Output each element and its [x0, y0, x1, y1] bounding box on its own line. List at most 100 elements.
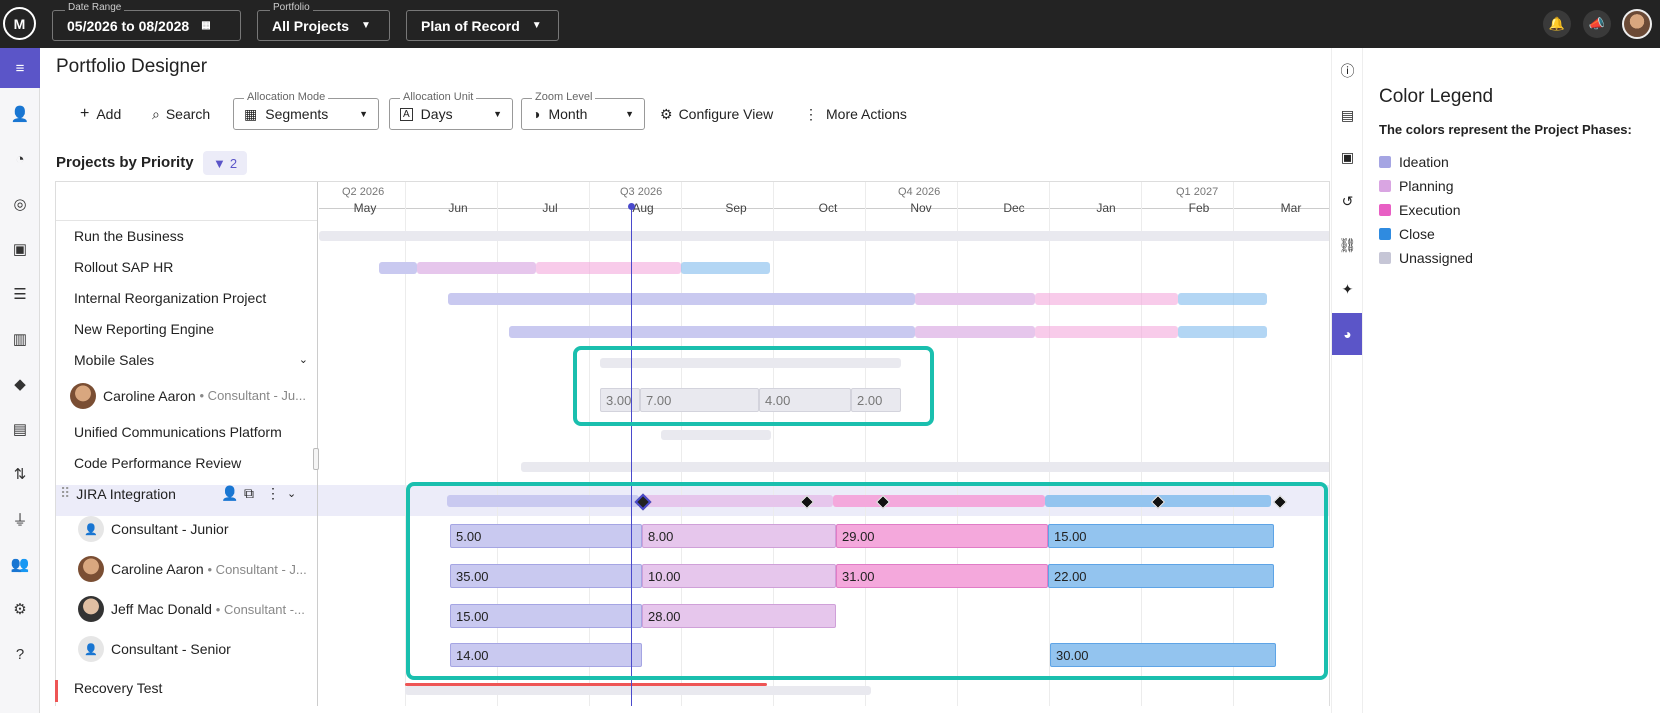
date-range-select[interactable]: Date Range 05/2026 to 08/2028 ▦	[52, 2, 241, 41]
zoom-level-value: Month	[548, 106, 588, 122]
phase-bar-close[interactable]	[681, 262, 770, 274]
info-icon[interactable]: ⓘ	[1332, 52, 1363, 90]
project-bar[interactable]	[405, 686, 871, 695]
unit-icon: A	[400, 107, 413, 121]
zoom-clock-icon: ◑	[532, 106, 541, 122]
notifications-bell-icon[interactable]: 🔔	[1543, 10, 1571, 38]
generic-person-icon: 👤	[78, 636, 104, 662]
configure-view-label: Configure View	[678, 106, 774, 122]
resource-row[interactable]: Jeff Mac Donald • Consultant -...	[56, 589, 318, 629]
list-nav-icon[interactable]: ☰	[0, 274, 40, 314]
more-vert-icon[interactable]: ⋮	[266, 485, 280, 502]
integrations-plug-icon[interactable]: ⏚	[0, 499, 40, 539]
project-row[interactable]: Run the Business	[56, 220, 318, 251]
chevron-down-icon: ▼	[493, 109, 502, 119]
allocation-mode-select[interactable]: Allocation Mode ▦ Segments ▼	[233, 91, 379, 130]
quarter-label: Q4 2026	[898, 186, 941, 198]
ai-sparkle-icon[interactable]: ✦	[1332, 270, 1363, 308]
announcements-megaphone-icon[interactable]: 📣	[1583, 10, 1611, 38]
reports-nav-icon[interactable]: ▤	[0, 409, 40, 449]
roadmap-nav-icon[interactable]: ◆	[0, 364, 40, 404]
phase-bar-execution[interactable]	[1035, 326, 1178, 338]
legend-item: Close	[1379, 226, 1435, 242]
user-avatar[interactable]	[1622, 9, 1652, 39]
page-title: Portfolio Designer	[56, 56, 208, 77]
configure-view-button[interactable]: ⚙ Configure View	[660, 96, 773, 132]
assignments-nav-icon[interactable]: ▣	[0, 229, 40, 269]
project-row[interactable]: Rollout SAP HR	[56, 251, 318, 282]
chevron-down-icon: ▼	[361, 20, 371, 31]
project-row-selected[interactable]: ⠿ JIRA Integration 👤 ⧉ ⋮ ⌄	[56, 478, 318, 509]
open-external-icon[interactable]: ⧉	[244, 485, 254, 502]
portfolio-designer-nav-icon[interactable]: ≡	[0, 48, 40, 88]
zoom-level-label: Zoom Level	[532, 91, 596, 103]
resource-name: Caroline Aaron	[103, 387, 196, 404]
phase-bar-ideation[interactable]	[448, 293, 915, 305]
app-logo[interactable]: M	[3, 7, 36, 40]
users-nav-icon[interactable]: 👥	[0, 544, 40, 584]
resource-row[interactable]: 👤 Consultant - Senior	[56, 629, 318, 669]
quarter-label: Q2 2026	[342, 186, 385, 198]
chevron-down-icon[interactable]: ⌄	[299, 353, 308, 366]
project-row[interactable]: Mobile Sales ⌄	[56, 344, 318, 375]
palette-icon[interactable]: ◕	[1332, 313, 1363, 355]
goals-nav-icon[interactable]: ◎	[0, 184, 40, 224]
settings-gear-icon[interactable]: ⚙	[0, 589, 40, 629]
portfolio-select[interactable]: Portfolio All Projects ▼	[257, 2, 390, 41]
more-actions-button[interactable]: ⋮ More Actions	[804, 96, 907, 132]
search-button[interactable]: ⌕ Search	[152, 96, 210, 132]
dashboard-nav-icon[interactable]: ◔	[0, 139, 40, 179]
history-icon[interactable]: ↺	[1332, 182, 1363, 220]
project-name: Rollout SAP HR	[74, 258, 174, 275]
resource-nav-icon[interactable]: 👤	[0, 94, 40, 134]
allocation-mode-label: Allocation Mode	[244, 91, 329, 103]
column-resize-handle[interactable]	[313, 448, 319, 470]
month-label: Feb	[1188, 201, 1210, 215]
comments-icon[interactable]: ▤	[1332, 96, 1363, 134]
legend-label: Execution	[1399, 202, 1461, 218]
month-label: Dec	[1003, 201, 1025, 215]
resource-row[interactable]: 👤 Consultant - Junior	[56, 509, 318, 549]
assign-person-icon[interactable]: 👤	[221, 485, 238, 502]
project-bar[interactable]	[521, 462, 1329, 472]
phase-bar-ideation[interactable]	[379, 262, 417, 274]
phase-bar-ideation[interactable]	[509, 326, 915, 338]
phase-bar-close[interactable]	[1178, 326, 1267, 338]
chevron-down-icon[interactable]: ⌄	[287, 487, 296, 500]
phase-bar-planning[interactable]	[915, 326, 1035, 338]
notes-icon[interactable]: ▣	[1332, 138, 1363, 176]
month-label: Jan	[1096, 201, 1116, 215]
board-nav-icon[interactable]: ▥	[0, 319, 40, 359]
phase-bar-close[interactable]	[1178, 293, 1267, 305]
allocation-mode-value: Segments	[265, 106, 329, 122]
allocation-unit-select[interactable]: Allocation Unit A Days ▼	[389, 91, 513, 130]
project-row[interactable]: Recovery Test	[56, 669, 318, 706]
phase-bar-planning[interactable]	[915, 293, 1035, 305]
phase-bar-execution[interactable]	[536, 262, 681, 274]
phase-bar-planning[interactable]	[417, 262, 536, 274]
project-row[interactable]: Internal Reorganization Project	[56, 282, 318, 313]
drag-handle-icon[interactable]: ⠿	[60, 485, 70, 502]
link-icon[interactable]: ⛓	[1332, 226, 1363, 264]
add-button[interactable]: + Add	[80, 96, 121, 132]
portfolio-value: All Projects	[272, 17, 350, 34]
project-row[interactable]: New Reporting Engine	[56, 313, 318, 344]
project-bar[interactable]	[661, 430, 771, 440]
project-bar[interactable]	[319, 231, 1329, 241]
search-label: Search	[165, 106, 211, 122]
resource-row[interactable]: Caroline Aaron • Consultant - J...	[56, 549, 318, 589]
resource-name: Consultant - Junior	[111, 521, 229, 537]
scenario-select[interactable]: Plan of Record ▼	[406, 10, 559, 41]
transfer-nav-icon[interactable]: ⇅	[0, 454, 40, 494]
resource-row[interactable]: Caroline Aaron • Consultant - Ju...	[56, 375, 318, 416]
generic-person-icon: 👤	[78, 516, 104, 542]
avatar	[70, 382, 96, 409]
legend-swatch	[1379, 228, 1391, 240]
project-row[interactable]: Unified Communications Platform	[56, 416, 318, 447]
help-icon[interactable]: ?	[0, 634, 40, 674]
filter-badge[interactable]: ▼ 2	[203, 151, 247, 175]
zoom-level-select[interactable]: Zoom Level ◑ Month ▼	[521, 91, 645, 130]
project-row[interactable]: Code Performance Review	[56, 447, 318, 478]
phase-bar-execution[interactable]	[1035, 293, 1178, 305]
legend-item: Unassigned	[1379, 250, 1473, 266]
